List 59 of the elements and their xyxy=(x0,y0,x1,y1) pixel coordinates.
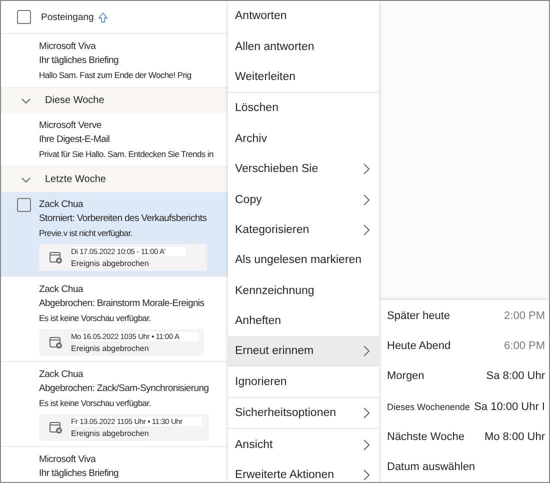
sender-name: Zack Chua xyxy=(39,368,84,381)
sender-name: Zack Chua xyxy=(39,198,84,211)
message-preview: Previe.v ist nicht verfügbar. xyxy=(39,227,134,240)
menu-item[interactable]: Allen antworten xyxy=(228,31,379,62)
sender-name: Microsoft Viva xyxy=(39,453,97,466)
menu-item[interactable]: Als ungelesen markieren xyxy=(228,245,379,276)
menu-item[interactable]: Kennzeichnung xyxy=(228,276,379,306)
submenu-item[interactable]: Morgen Sa 8:00 Uhr xyxy=(379,361,549,392)
event-status: Ereignis abgebrochen xyxy=(71,344,150,353)
menu-item[interactable]: Antworten xyxy=(228,1,379,32)
submenu-item[interactable]: Später heute 2:00 PM xyxy=(379,301,549,332)
menu-item[interactable]: Anheften xyxy=(228,306,379,336)
submenu-item[interactable]: Dieses Wochenende Sa 10:00 Uhr I xyxy=(379,392,549,422)
sender-name: Zack Chua xyxy=(39,283,84,296)
message-subject: Storniert: Vorbereiten des Verkaufsberichts xyxy=(39,212,207,226)
message-preview: Es ist keine Vorschau verfügbar. xyxy=(39,397,152,410)
submenu-item[interactable]: Nächste Woche Mo 8:00 Uhr xyxy=(379,422,549,452)
chevron-down-icon xyxy=(21,98,31,104)
message-preview: Es ist keine Vorschau verfügbar. xyxy=(39,312,152,325)
submenu-item[interactable]: Heute Abend 6:00 PM xyxy=(379,331,549,362)
message-preview: Privat für Sie Hallo. Sam. Entdecken Sie Trends in xyxy=(39,148,214,161)
event-status: Ereignis abgebrochen xyxy=(71,429,150,438)
chevron-right-icon xyxy=(363,407,371,420)
menu-item[interactable]: Copy xyxy=(228,184,379,215)
menu-item[interactable]: Erneut erinnem xyxy=(228,336,379,367)
chevron-right-icon xyxy=(363,345,371,358)
message-subject: Abgebrochen: Brainstorm Morale-Ereignis xyxy=(39,297,204,311)
sender-name: Microsoft Viva xyxy=(39,40,97,53)
submenu-item[interactable]: Datum auswählen xyxy=(379,452,549,482)
chevron-right-icon xyxy=(363,163,371,176)
menu-item[interactable]: Löschen xyxy=(228,93,379,124)
message-subject: Ihr tägliches Briefing xyxy=(39,467,118,481)
menu-item[interactable]: Ignorieren xyxy=(228,366,379,398)
folder-title: Posteingang xyxy=(41,12,94,22)
chevron-right-icon xyxy=(363,194,371,206)
chevron-right-icon xyxy=(363,469,371,482)
menu-item[interactable]: Kategorisieren xyxy=(228,214,379,246)
calendar-cancel-icon xyxy=(49,336,63,349)
message-subject: Abgebrochen: Zack/Sam-Synchronisierung xyxy=(39,382,209,396)
menu-item[interactable]: Verschieben Sie xyxy=(228,154,379,184)
message-checkbox[interactable] xyxy=(17,198,31,212)
message-preview: Hallo Sam. Fast zum Ende der Woche! Prig xyxy=(39,69,192,82)
chevron-right-icon xyxy=(363,438,371,451)
chevron-down-icon xyxy=(21,176,31,182)
menu-item[interactable]: Weiterleiten xyxy=(228,62,379,92)
menu-item[interactable]: Erweiterte Aktionen xyxy=(228,460,379,482)
menu-item[interactable]: Ansicht xyxy=(228,429,379,460)
calendar-cancel-icon xyxy=(49,421,63,434)
menu-item[interactable]: Archiv xyxy=(228,124,379,154)
group-header[interactable]: Letzte Woche xyxy=(1,167,228,192)
sender-name: Microsoft Verve xyxy=(39,119,102,132)
chevron-right-icon xyxy=(363,224,371,236)
group-header[interactable]: Diese Woche xyxy=(1,88,228,113)
select-all-checkbox[interactable] xyxy=(17,10,31,24)
event-status: Ereignis abgebrochen xyxy=(71,259,150,268)
calendar-cancel-icon xyxy=(49,251,63,264)
message-subject: Ihre Digest-E-Mail xyxy=(39,133,111,147)
message-subject: Ihr tägliches Briefing xyxy=(39,54,120,68)
menu-item[interactable]: Sicherheitsoptionen xyxy=(228,398,379,428)
